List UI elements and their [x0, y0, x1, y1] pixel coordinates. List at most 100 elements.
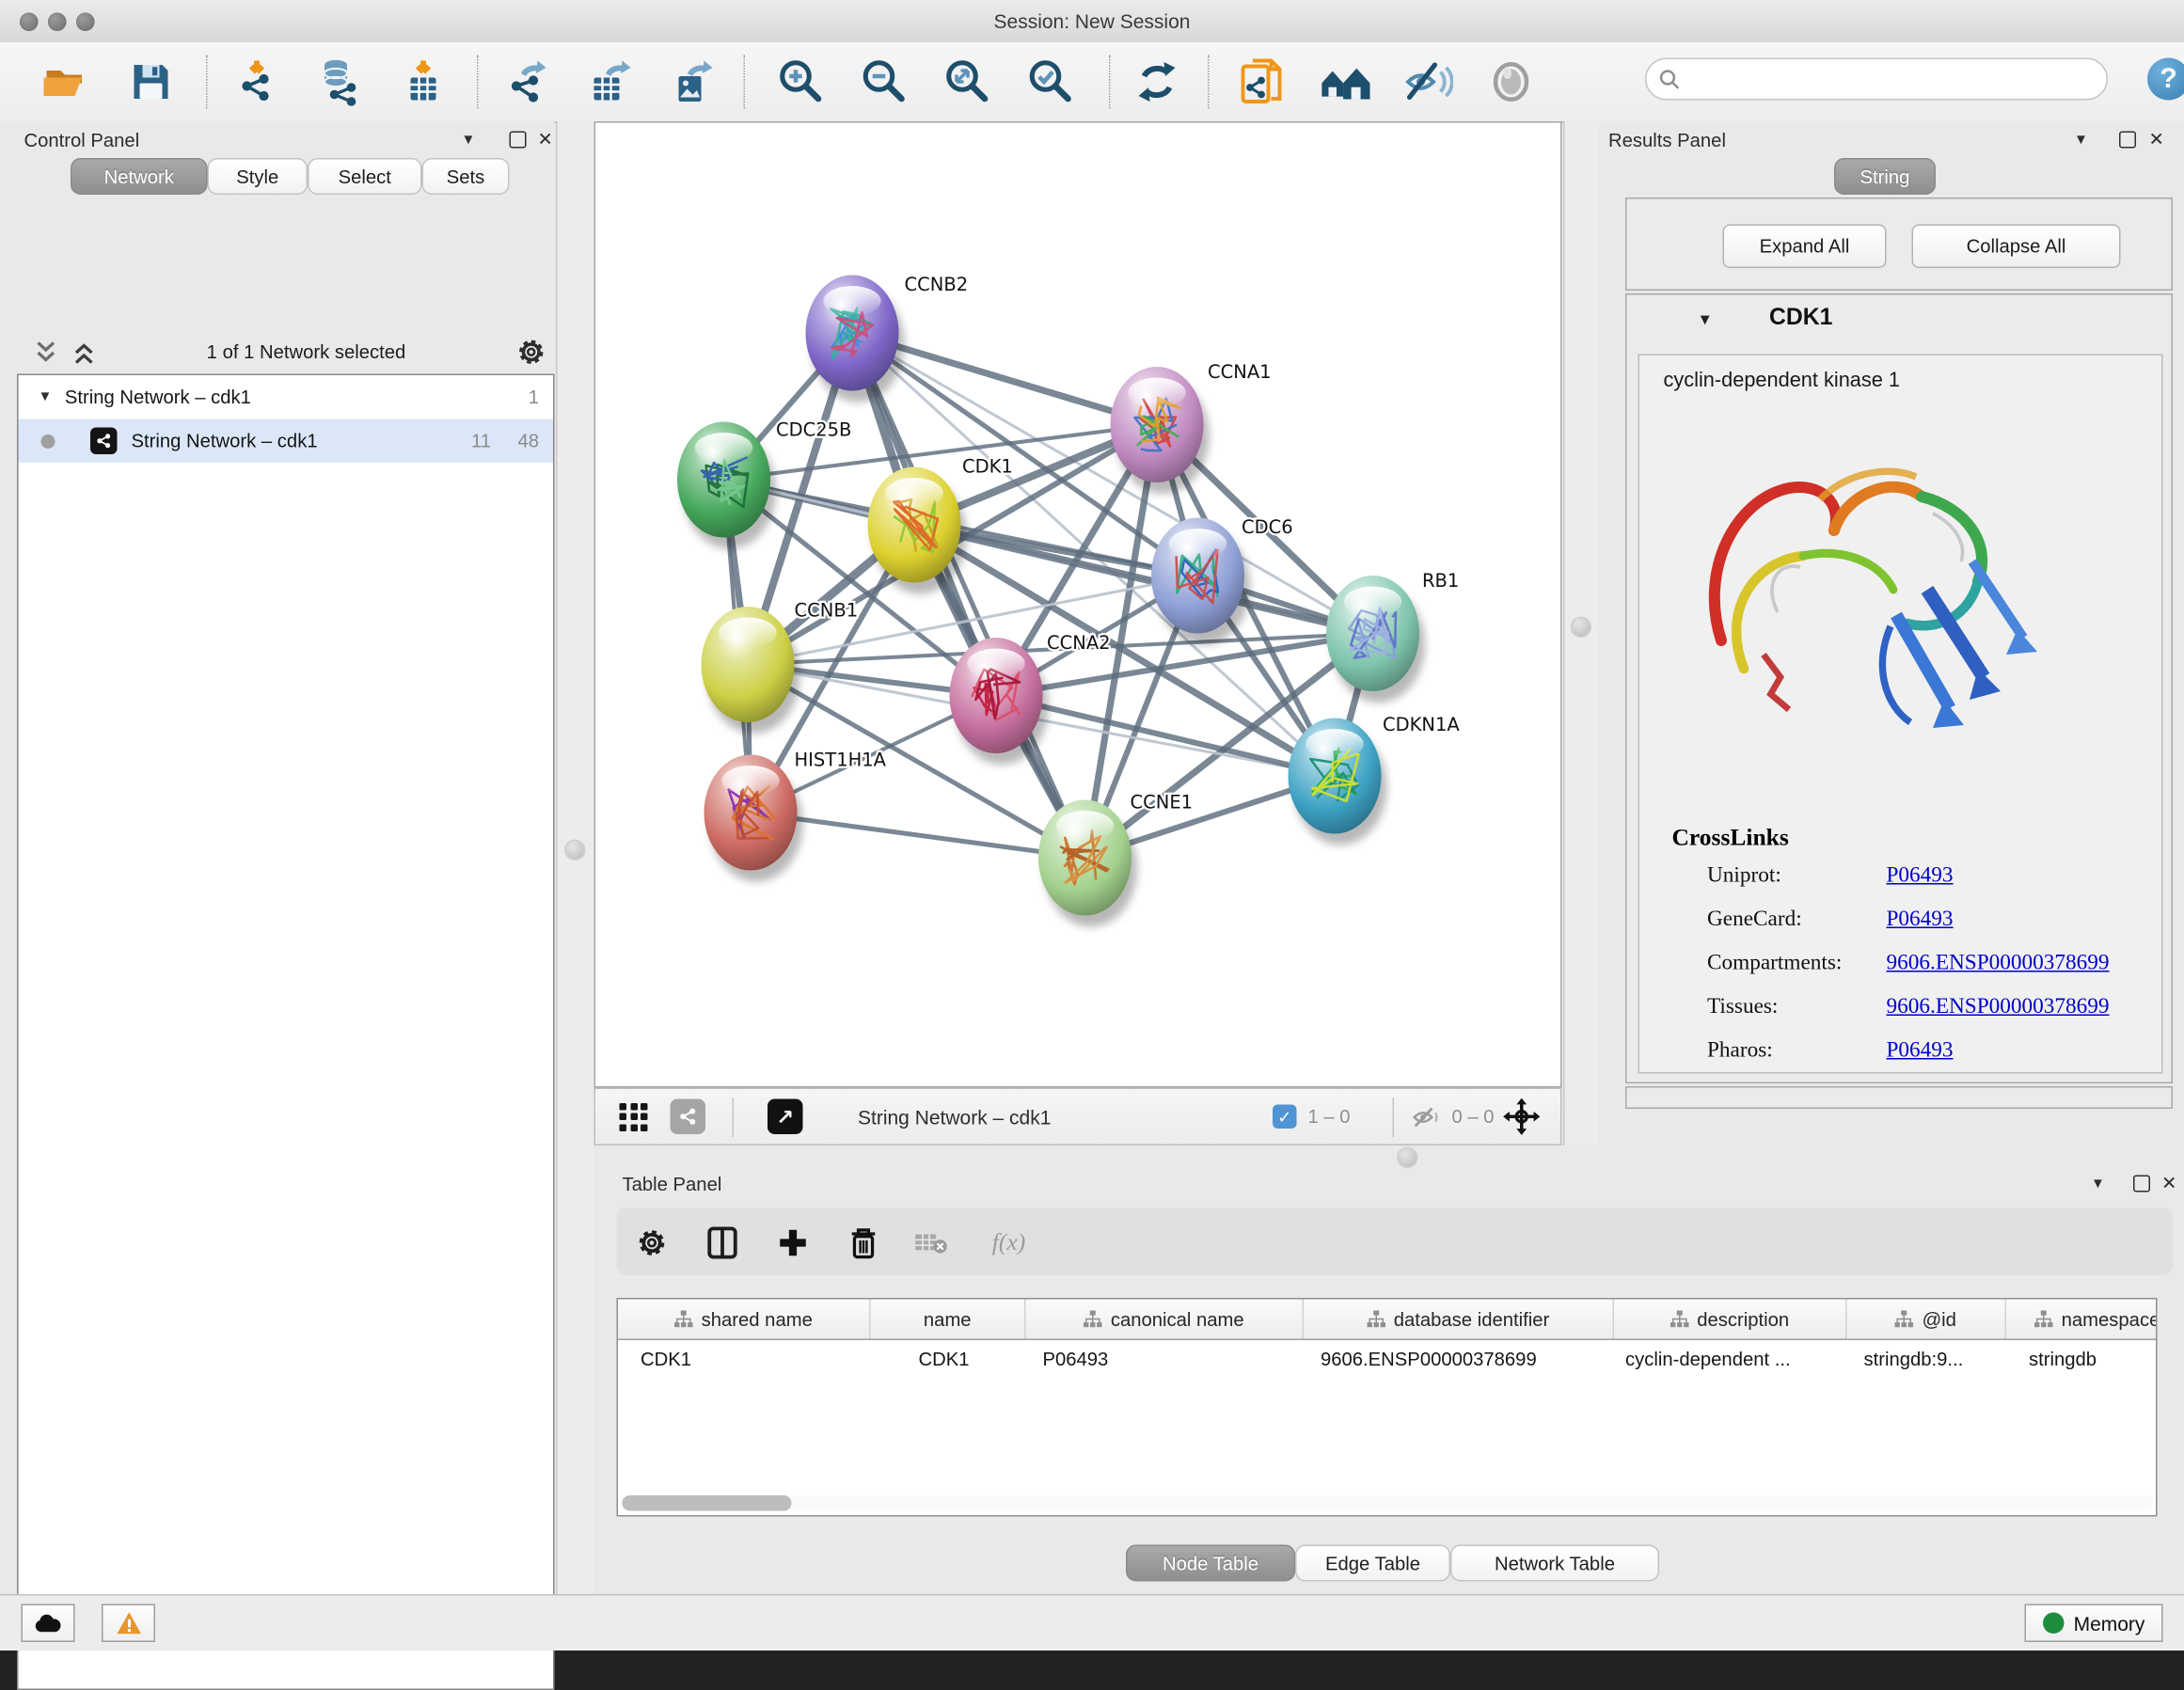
splitter-handle[interactable] — [566, 841, 585, 860]
table-cell[interactable]: CDK1 — [618, 1340, 871, 1380]
crosslink-link[interactable]: 9606.ENSP00000378699 — [1887, 995, 2110, 1020]
table-header-row: shared namenamecanonical namedatabase id… — [618, 1300, 2156, 1341]
network-node-CCNE1[interactable] — [1038, 800, 1137, 927]
cytoscape-window: Session: New Session — [0, 0, 2184, 1650]
network-node-HIST1H1A[interactable] — [704, 755, 803, 882]
expand-all-button[interactable]: Expand All — [1723, 225, 1887, 269]
search-input[interactable] — [1689, 67, 2107, 91]
table-cell[interactable]: P06493 — [1026, 1340, 1305, 1380]
cloud-status-button[interactable] — [22, 1604, 75, 1643]
horizontal-splitter[interactable] — [594, 1145, 2184, 1168]
collapse-all-icon[interactable] — [34, 340, 58, 365]
selected-indicator[interactable]: ✓ 1 – 0 — [1273, 1105, 1351, 1129]
expand-all-icon[interactable] — [72, 340, 97, 365]
network-node-CCNA2[interactable] — [950, 638, 1049, 765]
table-row[interactable]: CDK1CDK1P064939606.ENSP00000378699cyclin… — [618, 1340, 2156, 1380]
table-cell[interactable]: cyclin-dependent ... — [1614, 1340, 1847, 1380]
grid-view-button[interactable] — [620, 1102, 648, 1130]
network-collection-row[interactable]: ▼ String Network – cdk1 1 — [19, 375, 554, 419]
collapse-panel-icon[interactable]: ▼ — [462, 133, 476, 149]
header-cell[interactable]: name — [871, 1300, 1026, 1339]
table-cell[interactable]: CDK1 — [871, 1340, 1026, 1380]
collapse-panel-icon[interactable]: ▼ — [2091, 1177, 2105, 1192]
open-session-button[interactable] — [40, 56, 90, 107]
search-box[interactable] — [1645, 58, 2108, 101]
float-panel-icon[interactable] — [2119, 132, 2136, 149]
float-panel-icon[interactable] — [2133, 1176, 2150, 1192]
network-row[interactable]: String Network – cdk1 11 48 — [19, 419, 554, 464]
network-node-CCNB2[interactable] — [806, 276, 905, 403]
tab-select[interactable]: Select — [308, 158, 422, 195]
tab-network[interactable]: Network — [71, 158, 208, 195]
export-image-button[interactable] — [666, 56, 717, 107]
show-columns-button[interactable] — [704, 1224, 741, 1261]
splitter-handle[interactable] — [1572, 618, 1591, 637]
crosslink-link[interactable]: P06493 — [1887, 863, 1954, 889]
crosslink-link[interactable]: P06493 — [1887, 1038, 1954, 1064]
warnings-button[interactable] — [102, 1604, 155, 1643]
table-cell[interactable]: 9606.ENSP00000378699 — [1304, 1340, 1614, 1380]
crosslink-link[interactable]: P06493 — [1887, 908, 1954, 933]
tab-node-table[interactable]: Node Table — [1126, 1545, 1295, 1582]
string-import-button[interactable] — [1236, 56, 1287, 107]
horizontal-scrollbar[interactable] — [621, 1495, 2153, 1511]
splitter-handle[interactable] — [1399, 1148, 1417, 1167]
header-cell[interactable]: description — [1614, 1300, 1847, 1339]
right-splitter[interactable] — [1563, 121, 1600, 1145]
enhance-labels-button[interactable] — [1402, 56, 1453, 107]
memory-button[interactable]: Memory — [2025, 1604, 2163, 1643]
refresh-view-button[interactable] — [1132, 56, 1182, 107]
tree-expander-icon[interactable]: ▼ — [39, 389, 53, 405]
gene-expander-icon[interactable]: ▼ — [1698, 312, 1713, 329]
tab-network-table[interactable]: Network Table — [1450, 1545, 1659, 1582]
float-panel-icon[interactable] — [510, 132, 527, 149]
birdseye-view-button[interactable]: ↗ — [768, 1099, 803, 1135]
crosslink-link[interactable]: 9606.ENSP00000378699 — [1887, 951, 2110, 976]
pan-mode-button[interactable] — [1503, 1098, 1542, 1136]
header-cell[interactable]: @id — [1847, 1300, 2007, 1339]
gear-icon[interactable] — [516, 338, 546, 368]
tab-string[interactable]: String — [1834, 158, 1936, 195]
table-cell[interactable]: stringdb:9... — [1847, 1340, 2007, 1380]
zoom-selected-button[interactable] — [1024, 56, 1075, 107]
left-splitter[interactable] — [556, 121, 595, 1594]
close-panel-icon[interactable]: ✕ — [2161, 1173, 2176, 1195]
collapse-panel-icon[interactable]: ▼ — [2074, 133, 2088, 149]
export-table-button[interactable] — [584, 56, 635, 107]
network-share-badge-icon[interactable] — [671, 1099, 706, 1135]
header-cell[interactable]: shared name — [618, 1300, 871, 1339]
table-panel: Table Panel ▼ ✕ — [594, 1168, 2184, 1594]
import-network-from-database-button[interactable] — [316, 56, 367, 107]
network-node-CDKN1A[interactable] — [1289, 719, 1387, 845]
tab-style[interactable]: Style — [208, 158, 309, 195]
header-cell[interactable]: canonical name — [1026, 1300, 1305, 1339]
network-canvas[interactable]: CCNB2CCNA1CDC25BCDK1CDC6RB1CCNB1CCNA2CDK… — [594, 121, 1562, 1088]
close-panel-icon[interactable]: ✕ — [538, 129, 553, 151]
tab-edge-table[interactable]: Edge Table — [1295, 1545, 1450, 1582]
table-cell[interactable]: stringdb — [2006, 1340, 2158, 1380]
network-node-RB1[interactable] — [1326, 576, 1425, 703]
node-label-CCNE1: CCNE1 — [1131, 792, 1194, 813]
zoom-in-button[interactable] — [775, 56, 826, 107]
add-column-button[interactable] — [775, 1224, 812, 1261]
header-cell[interactable]: database identifier — [1304, 1300, 1614, 1339]
gray-eye-button[interactable] — [1486, 56, 1537, 107]
collapse-all-button[interactable]: Collapse All — [1912, 225, 2121, 269]
header-cell[interactable]: namespace — [2006, 1300, 2158, 1339]
hidden-indicator[interactable]: 0 – 0 — [1411, 1104, 1495, 1129]
scrollbar-thumb[interactable] — [623, 1495, 792, 1511]
help-button[interactable]: ? — [2147, 58, 2184, 101]
zoom-fit-button[interactable] — [942, 56, 992, 107]
save-session-button[interactable] — [126, 56, 177, 107]
export-network-button[interactable] — [502, 56, 553, 107]
delete-column-button[interactable] — [846, 1224, 882, 1261]
import-table-button[interactable] — [398, 56, 449, 107]
zoom-out-button[interactable] — [858, 56, 909, 107]
network-node-CDC6[interactable] — [1151, 518, 1250, 645]
close-panel-icon[interactable]: ✕ — [2149, 129, 2164, 151]
table-settings-button[interactable] — [634, 1224, 671, 1261]
string-home-button[interactable] — [1320, 56, 1370, 107]
import-network-file-button[interactable] — [234, 56, 285, 107]
network-node-CCNB1[interactable] — [702, 607, 800, 734]
tab-sets[interactable]: Sets — [422, 158, 510, 195]
